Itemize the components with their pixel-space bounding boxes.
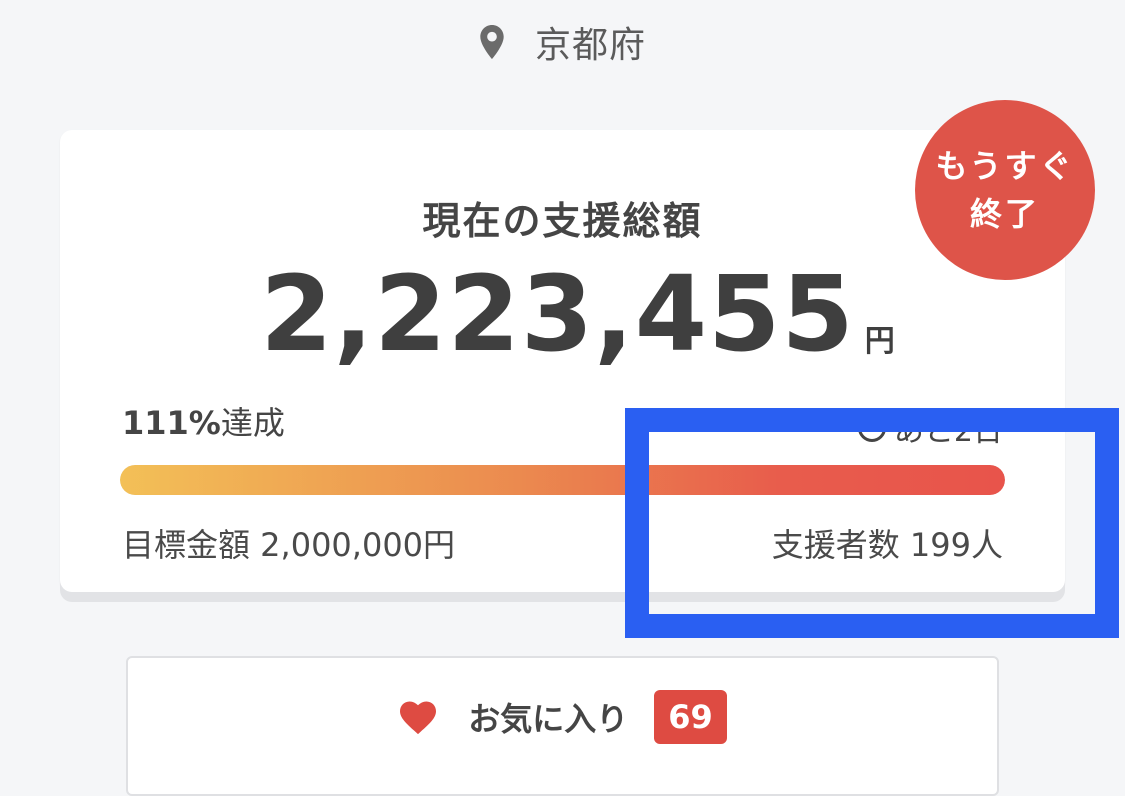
location-row: 京都府	[0, 14, 1125, 70]
total-amount: 2,223,455	[260, 253, 855, 375]
achievement-percent: 111%	[122, 404, 221, 442]
currency-unit: 円	[864, 324, 895, 359]
badge-line-1: もうすぐ	[935, 147, 1075, 185]
progress-bar-fill	[120, 465, 1005, 495]
supporter-count: 支援者数 199人	[771, 526, 1003, 564]
favorite-button[interactable]: お気に入り 69	[126, 656, 999, 796]
location-text: 京都府	[534, 25, 646, 66]
ending-soon-badge: もうすぐ 終了	[915, 100, 1095, 280]
remaining-days-text: あと2日	[893, 414, 1003, 449]
favorite-label: お気に入り	[468, 700, 629, 738]
amount-row: 2,223,455 円	[60, 262, 1065, 366]
heart-icon	[400, 701, 437, 735]
clock-icon	[857, 414, 886, 442]
achievement-rate: 111%達成	[122, 398, 285, 444]
favorite-count-badge: 69	[654, 690, 727, 744]
badge-line-2: 終了	[969, 195, 1040, 233]
favorite-button-content: お気に入り 69	[128, 690, 997, 744]
progress-bar	[120, 465, 1005, 495]
achievement-suffix: 達成	[220, 404, 285, 442]
remaining-time: あと2日	[857, 406, 1003, 450]
map-pin-icon	[480, 25, 504, 59]
goal-amount: 目標金額 2,000,000円	[122, 526, 456, 564]
